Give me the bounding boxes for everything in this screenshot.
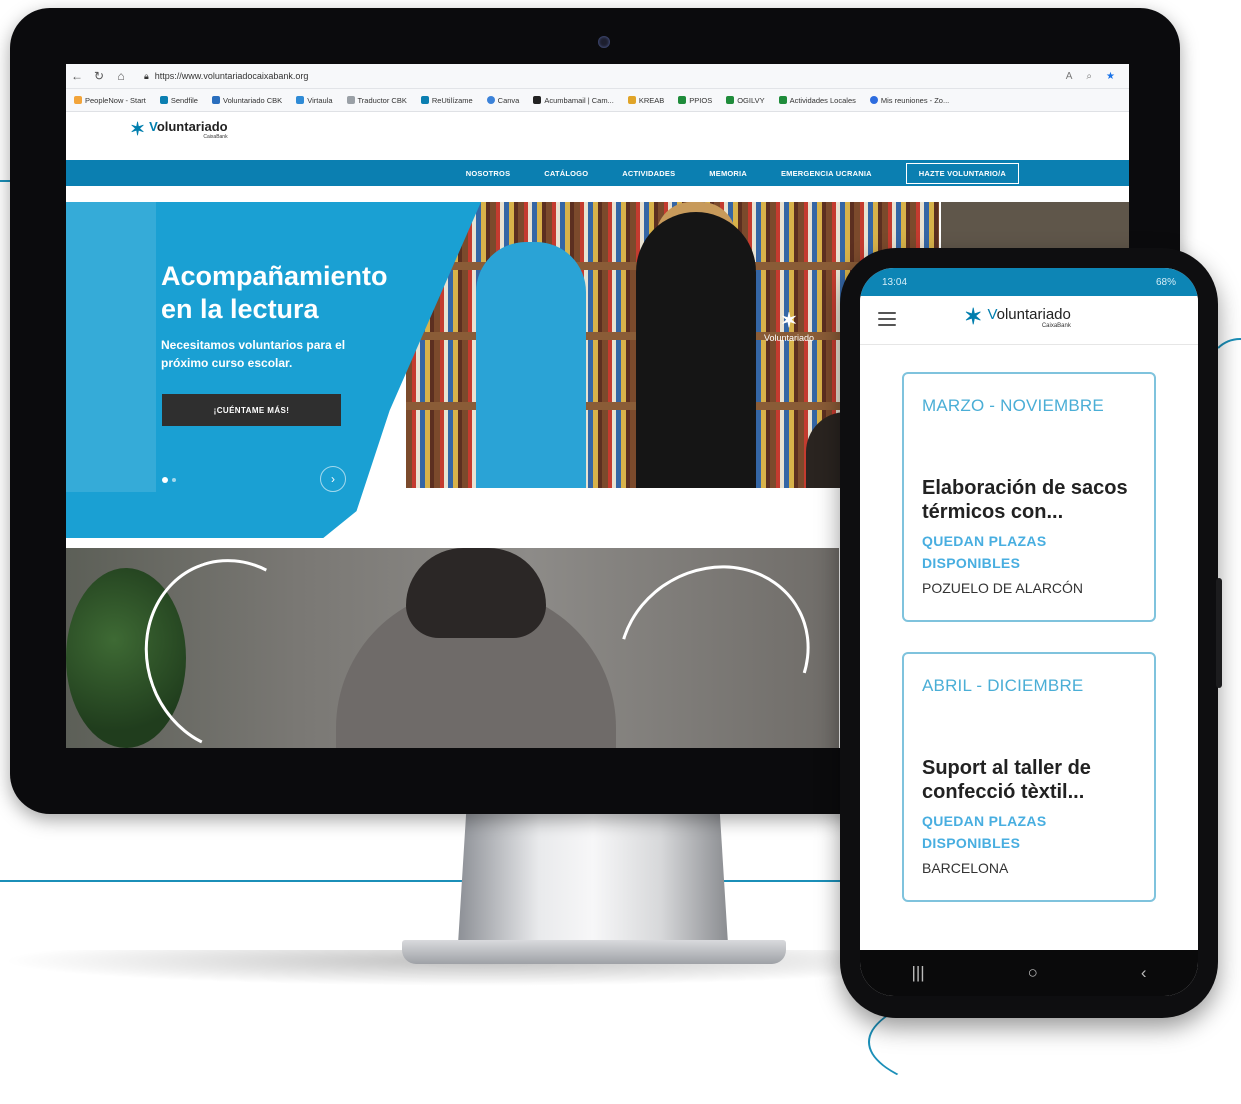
- smartphone: 13:04 68% ✶ Voluntariado CaixaBank MARZO…: [840, 248, 1222, 1018]
- site-logo[interactable]: ✶ Voluntariado CaixaBank: [130, 119, 228, 141]
- favorite-star-icon[interactable]: ★: [1106, 71, 1115, 82]
- logo-subtext: CaixaBank: [203, 134, 228, 140]
- bookmark-icon: [346, 96, 355, 104]
- activity-location: BARCELONA: [922, 860, 1009, 876]
- activity-card[interactable]: ABRIL - DICIEMBRE Suport al taller de co…: [902, 652, 1156, 902]
- nav-catalogo[interactable]: CATÁLOGO: [544, 169, 588, 178]
- app-logo[interactable]: ✶ Voluntariado CaixaBank: [964, 304, 1071, 330]
- activity-title: Suport al taller de confecció tèxtil...: [922, 757, 1091, 803]
- nav-emergencia-ucrania[interactable]: EMERGENCIA UCRANIA: [781, 169, 872, 178]
- nav-nosotros[interactable]: NOSOTROS: [466, 169, 511, 178]
- hero-cta-button[interactable]: ¡CUÉNTAME MÁS!: [162, 394, 341, 426]
- site-nav: NOSOTROS CATÁLOGO ACTIVIDADES MEMORIA EM…: [66, 160, 1129, 186]
- volunteer-signup-button[interactable]: HAZTE VOLUNTARIO/A: [905, 162, 1019, 184]
- shirt-logo: ✶ Voluntariado: [764, 308, 814, 343]
- home-icon[interactable]: ⌂: [110, 69, 132, 83]
- monitor-stand: [458, 814, 728, 944]
- menu-icon[interactable]: [878, 312, 896, 326]
- bookmark-icon: [627, 96, 636, 104]
- carousel-dot[interactable]: [172, 478, 176, 482]
- site-header: ✶ Voluntariado CaixaBank: [66, 112, 1129, 160]
- zoom-icon[interactable]: ⌕: [1086, 71, 1092, 82]
- url-text: https://www.voluntariadocaixabank.org: [154, 71, 309, 81]
- availability-status: QUEDAN PLAZAS DISPONIBLES: [922, 533, 1047, 571]
- android-nav-bar: ||| ○ ‹: [860, 950, 1198, 996]
- activity-card[interactable]: MARZO - NOVIEMBRE Elaboración de sacos t…: [902, 372, 1156, 622]
- caixabank-star-icon: ✶: [130, 119, 146, 139]
- bookmark-item[interactable]: Canva: [486, 96, 519, 105]
- bookmark-item[interactable]: KREAB: [627, 96, 664, 105]
- bookmark-item[interactable]: OGILVY: [726, 96, 765, 105]
- bookmark-icon: [869, 96, 878, 104]
- volunteer-figure: [476, 242, 586, 488]
- phone-status-bar: 13:04 68%: [860, 268, 1198, 296]
- refresh-icon[interactable]: ↻: [88, 69, 110, 83]
- hero-banner: ✶ Voluntariado Acompañamiento en la lectu…: [66, 202, 939, 548]
- bookmark-icon: [296, 96, 305, 104]
- carousel-next-icon[interactable]: ›: [320, 466, 346, 492]
- bookmark-item[interactable]: Mis reuniones - Zo...: [869, 96, 949, 105]
- activity-location: POZUELO DE ALARCÓN: [922, 580, 1084, 596]
- bookmark-icon: [420, 96, 429, 104]
- decorative-line: [0, 880, 860, 882]
- back-icon[interactable]: ←: [66, 69, 88, 83]
- person-head: [406, 548, 546, 638]
- nav-memoria[interactable]: MEMORIA: [709, 169, 747, 178]
- status-battery: 68%: [1155, 276, 1176, 288]
- activity-title: Elaboración de sacos térmicos con...: [922, 477, 1128, 523]
- nav-actividades[interactable]: ACTIVIDADES: [622, 169, 675, 178]
- logo-text: Voluntariado: [987, 306, 1071, 323]
- caixabank-star-icon: ✶: [964, 304, 983, 329]
- bookmark-icon: [74, 96, 82, 104]
- bookmark-icon: [533, 96, 542, 104]
- bookmark-icon: [778, 96, 787, 104]
- bookmarks-bar: PeopleNow - Start Sendfile Voluntariado …: [66, 89, 1129, 112]
- logo-text: Voluntariado: [149, 119, 228, 134]
- bookmark-item[interactable]: Virtaula: [296, 96, 333, 105]
- bookmark-icon: [486, 96, 495, 104]
- hero-subtitle: Necesitamos voluntarios para el próximo …: [161, 338, 346, 370]
- read-aloud-icon[interactable]: A: [1066, 71, 1073, 82]
- lock-icon: 🔒︎: [144, 70, 149, 81]
- hero-overlay: [66, 202, 156, 492]
- activity-dates: ABRIL - DICIEMBRE: [922, 676, 1084, 695]
- shirt-logo-text: Voluntariado: [764, 333, 815, 343]
- activity-list: MARZO - NOVIEMBRE Elaboración de sacos t…: [902, 372, 1156, 932]
- hero-title: Acompañamiento en la lectura: [161, 261, 388, 324]
- monitor-stand-base: [402, 940, 786, 964]
- bookmark-item[interactable]: Sendfile: [159, 96, 198, 105]
- bookmark-item[interactable]: ReUtilízame: [420, 96, 473, 105]
- home-icon[interactable]: ○: [1028, 963, 1038, 983]
- bookmark-item[interactable]: Acumbamail | Cam...: [533, 96, 614, 105]
- bookmark-item[interactable]: Traductor CBK: [346, 96, 407, 105]
- webcam: [598, 36, 610, 48]
- bookmark-icon: [726, 96, 735, 104]
- bookmark-icon: [678, 96, 687, 104]
- browser-address-bar: ← ↻ ⌂ 🔒︎ https://www.voluntariadocaixaba…: [66, 64, 1129, 89]
- bookmark-item[interactable]: Voluntariado CBK: [211, 96, 282, 105]
- carousel-dot-active[interactable]: [162, 477, 168, 483]
- logo-subtext: CaixaBank: [1041, 323, 1071, 329]
- person-figure: [636, 212, 756, 488]
- bookmark-icon: [211, 96, 220, 104]
- recent-apps-icon[interactable]: |||: [911, 963, 924, 983]
- bookmark-icon: [159, 96, 168, 104]
- phone-screen: 13:04 68% ✶ Voluntariado CaixaBank MARZO…: [860, 268, 1198, 996]
- carousel-dots: [162, 477, 176, 483]
- back-icon[interactable]: ‹: [1141, 963, 1147, 983]
- url-field[interactable]: 🔒︎ https://www.voluntariadocaixabank.org: [144, 71, 308, 82]
- bookmark-item[interactable]: PeopleNow - Start: [74, 96, 146, 105]
- bookmark-item[interactable]: PPIOS: [678, 96, 712, 105]
- status-time: 13:04: [882, 276, 908, 288]
- secondary-banner-photo: [66, 548, 839, 748]
- bookmark-item[interactable]: Actividades Locales: [778, 96, 856, 105]
- activity-dates: MARZO - NOVIEMBRE: [922, 396, 1104, 415]
- wing-drawing: [585, 548, 839, 748]
- app-header: ✶ Voluntariado CaixaBank: [860, 296, 1198, 345]
- phone-side-button: [1216, 578, 1222, 688]
- caixabank-star-icon: ✶: [780, 310, 798, 332]
- availability-status: QUEDAN PLAZAS DISPONIBLES: [922, 813, 1047, 851]
